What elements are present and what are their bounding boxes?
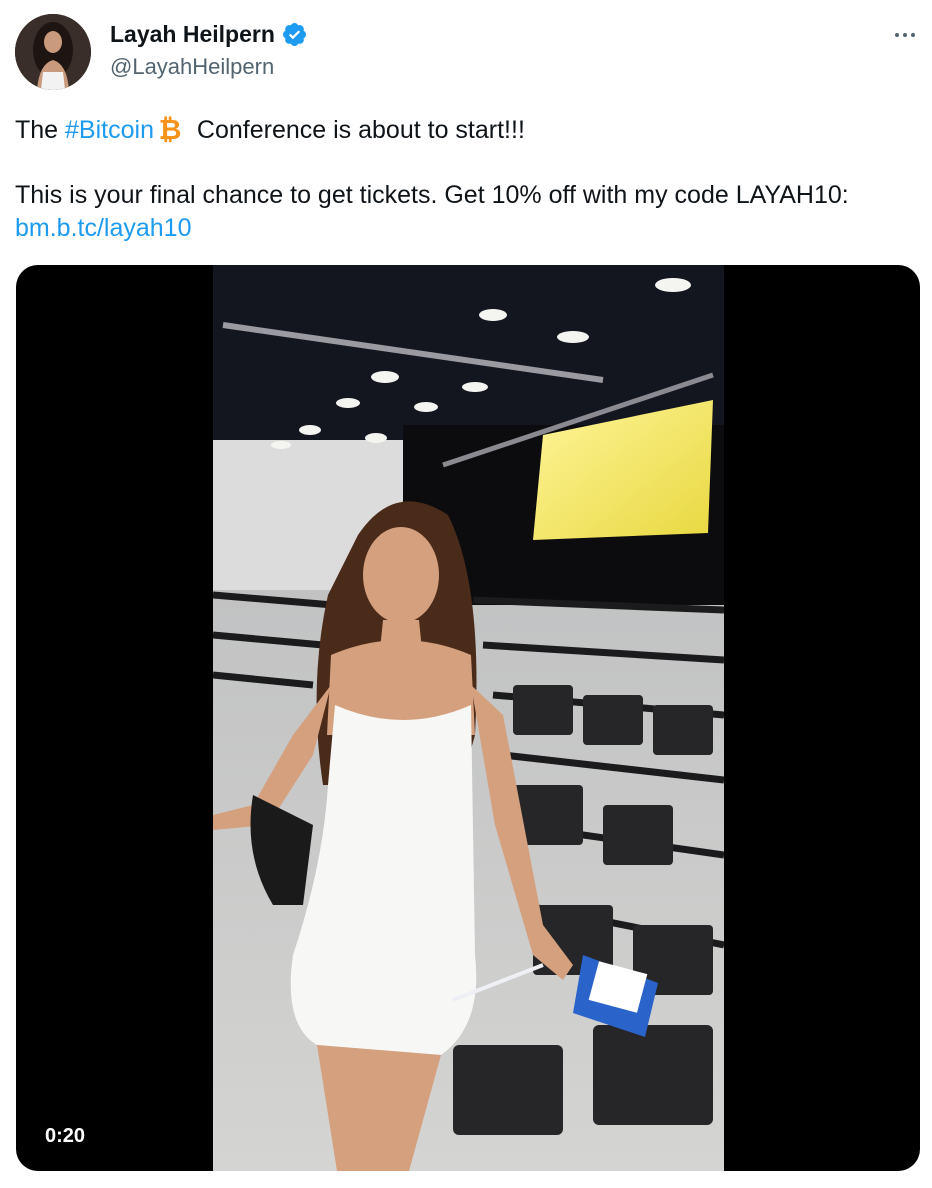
tweet-text: The #Bitcoin ₿ Conference is about to sta… — [15, 114, 905, 245]
more-options-button[interactable] — [888, 22, 922, 48]
tweet-line-1: The #Bitcoin ₿ Conference is about to sta… — [15, 115, 525, 144]
profile-photo — [15, 14, 91, 90]
hashtag-link[interactable]: #Bitcoin — [65, 116, 154, 144]
video-frame — [213, 265, 724, 1171]
author-handle[interactable]: @LayahHeilpern — [110, 52, 274, 82]
svg-text:₿: ₿ — [159, 115, 182, 143]
promo-link[interactable]: bm.b.tc/layah10 — [15, 214, 192, 242]
verified-badge-icon — [282, 22, 306, 46]
bitcoin-icon: ₿ — [159, 115, 182, 143]
avatar[interactable] — [15, 14, 91, 90]
video-player[interactable]: 0:20 — [16, 265, 920, 1171]
tweet-line-2: This is your final chance to get tickets… — [15, 181, 849, 242]
more-icon — [895, 33, 899, 37]
video-timestamp: 0:20 — [45, 1125, 86, 1147]
display-name[interactable]: Layah Heilpern — [110, 18, 275, 50]
